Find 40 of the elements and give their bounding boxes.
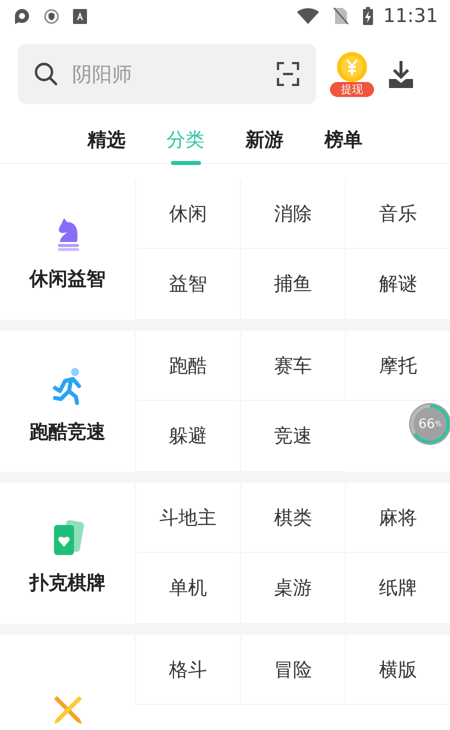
genre-link[interactable]: 纸牌	[345, 553, 450, 624]
genre-link[interactable]: 棋类	[240, 483, 345, 553]
genre-link[interactable]: 躲避	[135, 401, 240, 472]
genre-link[interactable]: 休闲	[135, 179, 240, 249]
chat-icon	[14, 8, 30, 24]
genre-link[interactable]: 格斗	[135, 635, 240, 705]
scan-icon[interactable]	[276, 62, 300, 86]
crossed-swords-icon	[52, 694, 84, 726]
genre-link[interactable]: 单机	[135, 553, 240, 624]
playing-cards-icon	[52, 520, 84, 556]
coin-icon[interactable]	[336, 51, 368, 83]
genre-link[interactable]: 解谜	[345, 249, 450, 320]
genre-link[interactable]: 斗地主	[135, 483, 240, 553]
genre-link[interactable]: 捕鱼	[240, 249, 345, 320]
genre-link[interactable]: 赛车	[240, 331, 345, 401]
genre-link[interactable]: 麻将	[345, 483, 450, 553]
font-icon	[73, 8, 87, 24]
category-title[interactable]: 跑酷竞速	[30, 418, 106, 444]
shield-icon	[44, 8, 59, 24]
genre-link[interactable]: 桌游	[240, 553, 345, 624]
genre-link[interactable]: 冒险	[240, 635, 345, 705]
no-sim-icon	[333, 7, 350, 25]
genre-link[interactable]: 横版	[345, 635, 450, 705]
search-icon	[34, 62, 58, 86]
category-tab[interactable]: 新游	[246, 127, 284, 163]
search-field[interactable]: 阴阳师	[18, 44, 316, 104]
wifi-icon	[297, 8, 320, 24]
category-tab[interactable]: 精选	[88, 127, 126, 163]
download-icon[interactable]	[388, 60, 414, 88]
genre-link[interactable]: 竞速	[240, 401, 345, 472]
genre-link[interactable]: 益智	[135, 249, 240, 320]
category-title[interactable]: 扑克棋牌	[30, 570, 106, 596]
category-tab[interactable]: 榜单	[324, 127, 362, 163]
category-title[interactable]: 休闲益智	[30, 266, 106, 292]
genre-link[interactable]: 跑酷	[135, 331, 240, 401]
genre-link[interactable]: 消除	[240, 179, 345, 249]
genre-link[interactable]: 摩托	[345, 331, 450, 401]
battery-charging-icon	[363, 7, 374, 25]
genre-link[interactable]: 音乐	[345, 179, 450, 249]
clock-time: 11:31	[383, 5, 438, 27]
